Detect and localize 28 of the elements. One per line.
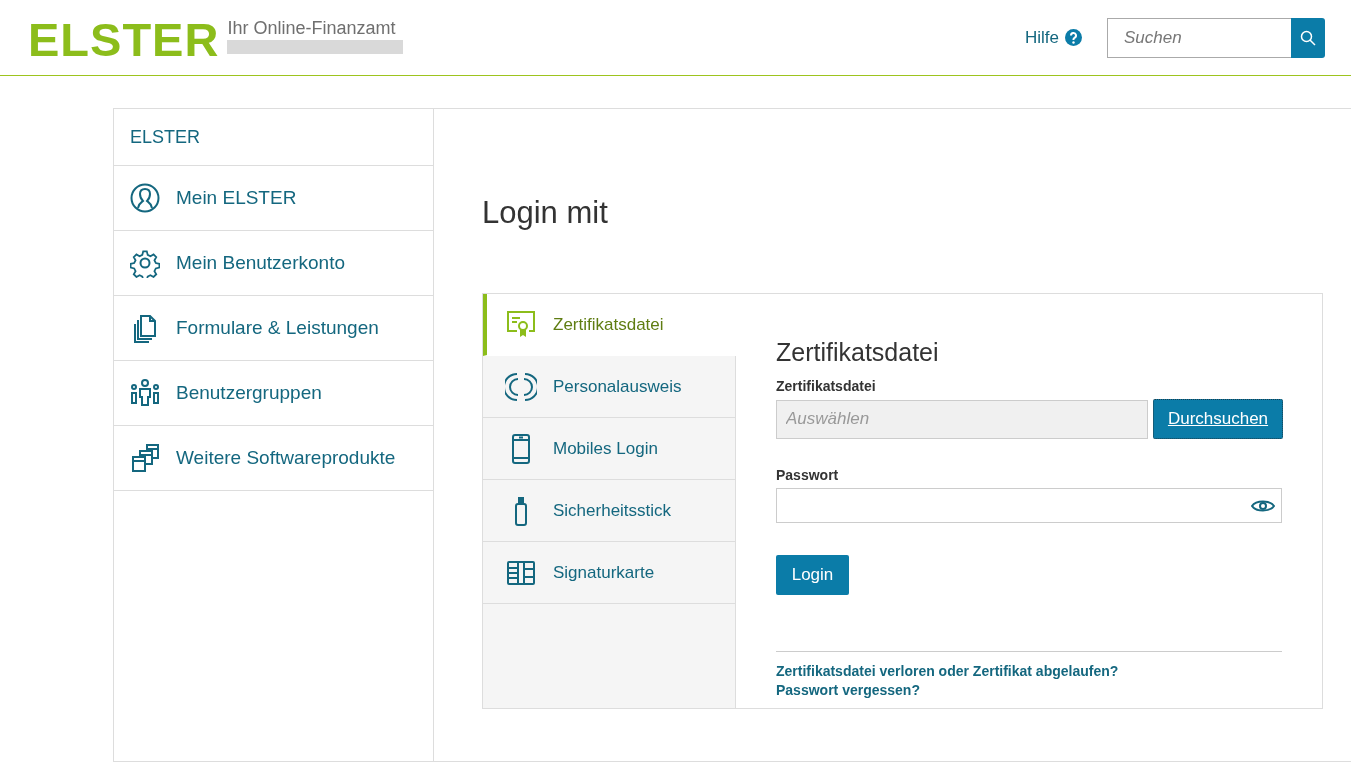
browse-button[interactable]: Durchsuchen [1153, 399, 1283, 439]
search-field[interactable]: Suchen [1107, 17, 1291, 58]
login-button[interactable]: Login [776, 555, 849, 595]
search-button[interactable] [1291, 17, 1325, 58]
sidebar-item[interactable]: Mein ELSTER [114, 166, 433, 231]
circle-arcs-icon [505, 370, 537, 403]
help-icon [1065, 29, 1082, 46]
sidebar-item[interactable]: Benutzergruppen [114, 361, 433, 426]
search-icon [1300, 29, 1316, 46]
field-label: Passwort [776, 467, 840, 483]
help-link[interactable]: Hilfe [1025, 27, 1082, 48]
form-title: Zertifikatsdatei [776, 338, 940, 366]
people-group-icon [130, 378, 160, 408]
sidebar-item[interactable]: Weitere Softwareprodukte [114, 426, 433, 491]
login-method-tab[interactable]: Zertifikatsdatei [483, 294, 736, 356]
sidebar-heading-link[interactable]: ELSTER [114, 109, 433, 166]
tagline: Ihr Online-Finanzamt [227, 17, 397, 39]
help-link[interactable]: Zertifikatsdatei verloren oder Zertifikat abgelaufen? [776, 662, 1119, 681]
sidebar-item[interactable]: Mein Benutzerkonto [114, 231, 433, 296]
field-label: Zertifikatsdatei [776, 378, 877, 394]
password-field[interactable] [776, 488, 1282, 523]
sidebar-item[interactable]: Formulare & Leistungen [114, 296, 433, 361]
windows-icon [130, 443, 160, 473]
user-icon [130, 183, 160, 213]
page-title: Login mit [482, 195, 609, 231]
help-link[interactable]: Passwort vergessen? [776, 681, 920, 700]
file-field[interactable]: Auswählen [776, 399, 1148, 439]
settings-icon [130, 248, 160, 278]
